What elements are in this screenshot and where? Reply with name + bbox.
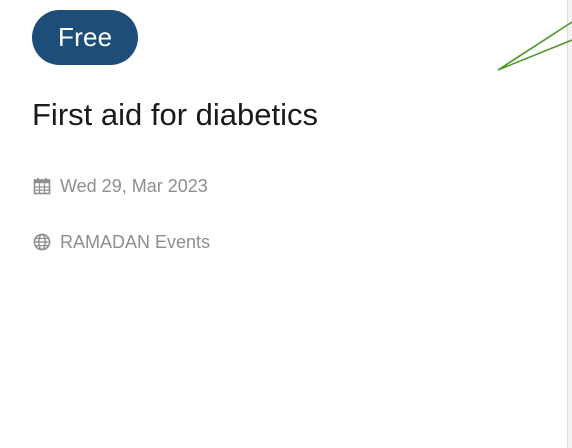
event-title[interactable]: First aid for diabetics <box>32 94 318 136</box>
globe-icon <box>33 233 51 251</box>
event-date-text: Wed 29, Mar 2023 <box>60 176 208 196</box>
price-badge: Free <box>32 10 139 65</box>
calendar-icon <box>33 177 51 195</box>
event-venue-text: RAMADAN Events <box>60 232 211 252</box>
event-date: Wed 29, Mar 2023 <box>33 175 208 197</box>
event-venue: RAMADAN Events <box>33 231 210 253</box>
event-card[interactable]: Free First aid for diabetics Wed 29, Mar… <box>0 0 572 448</box>
